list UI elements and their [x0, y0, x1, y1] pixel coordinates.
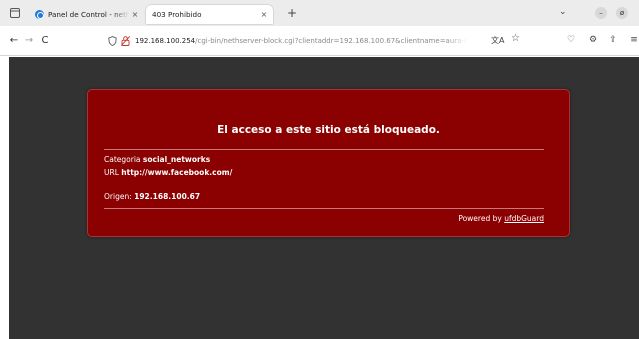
navigation-bar: ← → C 192.168.100.254 /cgi-bin/nethserve…: [0, 26, 639, 56]
back-button[interactable]: ←: [8, 35, 20, 46]
menu-icon[interactable]: ≡: [628, 35, 639, 45]
page-title: El acceso a este sitio está bloqueado.: [217, 124, 440, 136]
category-row: Categoria social_networks: [104, 155, 210, 164]
ufdbguard-link[interactable]: ufdbGuard: [504, 214, 544, 223]
globe-icon: [35, 10, 44, 19]
forward-button[interactable]: →: [23, 35, 35, 46]
url-path: /cgi-bin/nethserver-block.cgi?clientaddr…: [195, 36, 468, 45]
divider: [104, 149, 544, 150]
address-bar[interactable]: 192.168.100.254 /cgi-bin/nethserver-bloc…: [103, 31, 548, 50]
tab-title: 403 Prohibido: [152, 10, 202, 19]
pocket-icon[interactable]: ♡: [565, 35, 577, 45]
close-icon[interactable]: ×: [129, 10, 141, 19]
origin-label: Origen:: [104, 192, 132, 201]
minimize-button[interactable]: –: [595, 7, 607, 19]
tab-panel-de-control[interactable]: Panel de Control - nethse ×: [31, 5, 144, 24]
divider: [104, 208, 544, 209]
category-value: social_networks: [142, 155, 211, 164]
tab-bar: Panel de Control - nethse × 403 Prohibid…: [0, 0, 639, 26]
url-row: URL http://www.facebook.com/: [104, 168, 232, 177]
url-value: http://www.facebook.com/: [121, 168, 233, 177]
origin-value: 192.168.100.67: [134, 192, 201, 201]
close-icon[interactable]: ×: [258, 10, 270, 19]
url-label: URL: [104, 168, 119, 177]
lock-insecure-icon[interactable]: [121, 35, 130, 46]
origin-row: Origen: 192.168.100.67: [104, 192, 200, 201]
new-tab-button[interactable]: +: [287, 6, 297, 20]
chevron-down-icon[interactable]: ⌄: [559, 7, 567, 17]
tab-title: Panel de Control - nethse: [48, 10, 129, 19]
powered-by: Powered by ufdbGuard: [458, 214, 544, 223]
maximize-button[interactable]: ø: [616, 7, 628, 19]
block-notice-card: El acceso a este sitio está bloqueado. C…: [87, 89, 570, 237]
shield-icon[interactable]: [108, 35, 117, 46]
reload-button[interactable]: C: [39, 35, 51, 46]
category-label: Categoria: [104, 155, 141, 164]
powered-by-label: Powered by: [458, 214, 502, 223]
tab-403-prohibido[interactable]: 403 Prohibido ×: [146, 5, 273, 24]
extensions-icon[interactable]: ⚙: [587, 35, 599, 45]
translate-icon[interactable]: 文A: [491, 35, 504, 46]
url-host: 192.168.100.254: [135, 36, 196, 45]
tab-list-icon[interactable]: [10, 7, 20, 18]
share-icon[interactable]: ⇪: [607, 35, 619, 45]
bookmark-star-icon[interactable]: ☆: [511, 33, 520, 44]
